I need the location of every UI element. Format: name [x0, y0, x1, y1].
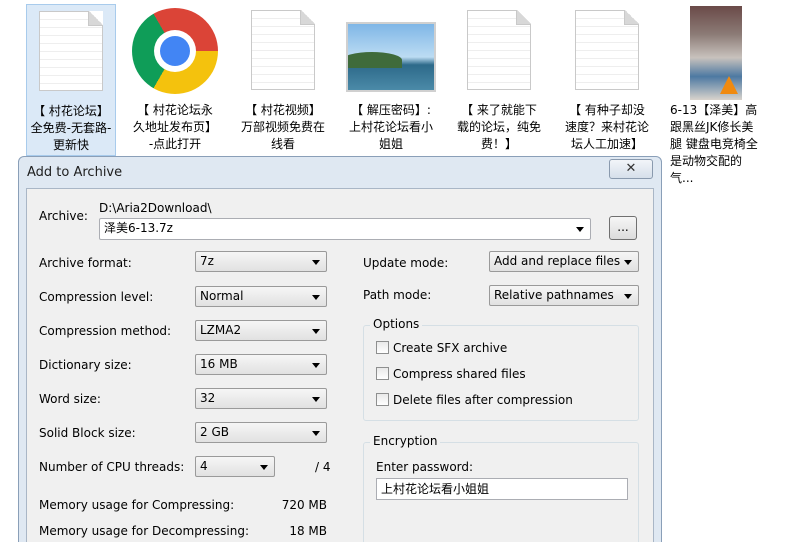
word-size-value: 32: [200, 391, 216, 405]
vlc-cone-icon: [720, 76, 738, 94]
path-mode-select[interactable]: Relative pathnames: [489, 285, 639, 306]
encryption-group: Encryption Enter password: 上村花论坛看小姐姐: [363, 434, 639, 542]
compress-shared-checkbox[interactable]: Compress shared files: [376, 367, 526, 381]
options-group: Options Create SFX archive Compress shar…: [363, 317, 639, 421]
chevron-down-icon: [312, 431, 320, 436]
password-label: Enter password:: [376, 460, 474, 474]
chevron-down-icon: [312, 260, 320, 265]
chevron-down-icon: [312, 295, 320, 300]
word-size-label: Word size:: [39, 392, 101, 406]
chevron-down-icon: [312, 329, 320, 334]
browse-button[interactable]: ...: [609, 216, 637, 240]
compression-method-label: Compression method:: [39, 324, 172, 338]
compression-level-value: Normal: [200, 289, 244, 303]
archive-path: D:\Aria2Download\: [99, 201, 212, 215]
solid-block-size-select[interactable]: 2 GB: [195, 422, 327, 443]
desktop-icon-label: 【 解压密码】:上村花论坛看小姐姐: [348, 103, 433, 151]
memory-compress-value: 720 MB: [281, 498, 327, 512]
create-sfx-label: Create SFX archive: [393, 341, 508, 355]
compression-level-select[interactable]: Normal: [195, 286, 327, 307]
video-thumbnail-icon: [690, 6, 742, 100]
close-button[interactable]: ✕: [609, 159, 653, 179]
update-mode-label: Update mode:: [363, 256, 449, 270]
dialog-body: Archive: D:\Aria2Download\ 泽美6-13.7z ...…: [26, 188, 654, 542]
archive-format-value: 7z: [200, 254, 214, 268]
text-file-icon: [39, 11, 103, 91]
checkbox-box[interactable]: [376, 367, 389, 380]
dictionary-size-value: 16 MB: [200, 357, 238, 371]
desktop-icon-file-6[interactable]: 【 有种子却没速度？来村花论坛人工加速】: [562, 4, 652, 156]
memory-compress-label: Memory usage for Compressing:: [39, 498, 235, 512]
update-mode-select[interactable]: Add and replace files: [489, 251, 639, 272]
solid-block-size-value: 2 GB: [200, 425, 229, 439]
chevron-down-icon: [624, 294, 632, 299]
image-thumbnail-icon: [346, 22, 436, 92]
memory-decompress-value: 18 MB: [289, 524, 327, 538]
archive-format-label: Archive format:: [39, 256, 132, 270]
checkbox-box[interactable]: [376, 393, 389, 406]
dialog-titlebar[interactable]: Add to Archive ✕: [19, 157, 661, 187]
delete-after-compression-checkbox[interactable]: Delete files after compression: [376, 393, 573, 407]
desktop-icon-image-file[interactable]: 【 解压密码】:上村花论坛看小姐姐: [346, 4, 436, 156]
compress-shared-label: Compress shared files: [393, 367, 526, 381]
memory-decompress-label: Memory usage for Decompressing:: [39, 524, 249, 538]
dialog-title: Add to Archive: [27, 165, 123, 180]
cpu-threads-total: / 4: [315, 460, 331, 474]
create-sfx-checkbox[interactable]: Create SFX archive: [376, 341, 507, 355]
desktop-icon-chrome-shortcut[interactable]: 【 村花论坛永久地址发布页】-点此打开: [130, 4, 220, 156]
compression-method-value: LZMA2: [200, 323, 242, 337]
solid-block-size-label: Solid Block size:: [39, 426, 136, 440]
path-mode-value: Relative pathnames: [494, 288, 614, 302]
text-file-icon: [467, 10, 531, 90]
desktop-icon-video-folder[interactable]: 6-13【泽美】高跟黑丝JK修长美腿 键盘电竞椅全是动物交配的气...: [668, 4, 764, 185]
desktop-icon-file-3[interactable]: 【 村花视频】万部视频免费在线看: [238, 4, 328, 156]
delete-after-compression-label: Delete files after compression: [393, 393, 573, 407]
desktop-icon-label: 【 来了就能下载的论坛，纯免费！】: [456, 103, 541, 151]
desktop-icon-label: 【 村花论坛永久地址发布页】-点此打开: [132, 103, 217, 151]
chevron-down-icon: [312, 363, 320, 368]
dictionary-size-select[interactable]: 16 MB: [195, 354, 327, 375]
cpu-threads-label: Number of CPU threads:: [39, 460, 185, 474]
update-mode-value: Add and replace files: [494, 254, 621, 268]
chevron-down-icon: [312, 397, 320, 402]
archive-name-value: 泽美6-13.7z: [104, 221, 173, 235]
chevron-down-icon: [260, 465, 268, 470]
desktop-icon-file-1[interactable]: 【 村花论坛】全免费-无套路-更新快: [26, 4, 116, 156]
desktop-icon-file-5[interactable]: 【 来了就能下载的论坛，纯免费！】: [454, 4, 544, 156]
path-mode-label: Path mode:: [363, 288, 432, 302]
add-to-archive-dialog: Add to Archive ✕ Archive: D:\Aria2Downlo…: [18, 156, 662, 542]
desktop-icon-label: 【 村花论坛】全免费-无套路-更新快: [30, 104, 112, 152]
encryption-group-title: Encryption: [370, 434, 441, 448]
desktop-icon-label: 6-13【泽美】高跟黑丝JK修长美腿 键盘电竞椅全是动物交配的气...: [670, 103, 758, 185]
checkbox-box[interactable]: [376, 341, 389, 354]
text-file-icon: [575, 10, 639, 90]
chrome-icon: [132, 8, 218, 94]
archive-format-select[interactable]: 7z: [195, 251, 327, 272]
password-input[interactable]: 上村花论坛看小姐姐: [376, 478, 628, 500]
close-icon: ✕: [625, 161, 637, 176]
archive-name-combobox[interactable]: 泽美6-13.7z: [99, 218, 591, 240]
desktop-icon-label: 【 村花视频】万部视频免费在线看: [240, 103, 325, 151]
compression-level-label: Compression level:: [39, 290, 154, 304]
compression-method-select[interactable]: LZMA2: [195, 320, 327, 341]
options-group-title: Options: [370, 317, 423, 331]
cpu-threads-value: 4: [200, 459, 208, 473]
chevron-down-icon: [624, 260, 632, 265]
desktop-icon-label: 【 有种子却没速度？来村花论坛人工加速】: [564, 103, 649, 151]
cpu-threads-select[interactable]: 4: [195, 456, 275, 477]
text-file-icon: [251, 10, 315, 90]
dictionary-size-label: Dictionary size:: [39, 358, 132, 372]
archive-label: Archive:: [39, 209, 88, 223]
word-size-select[interactable]: 32: [195, 388, 327, 409]
chevron-down-icon[interactable]: [576, 227, 584, 232]
password-value: 上村花论坛看小姐姐: [381, 482, 490, 496]
